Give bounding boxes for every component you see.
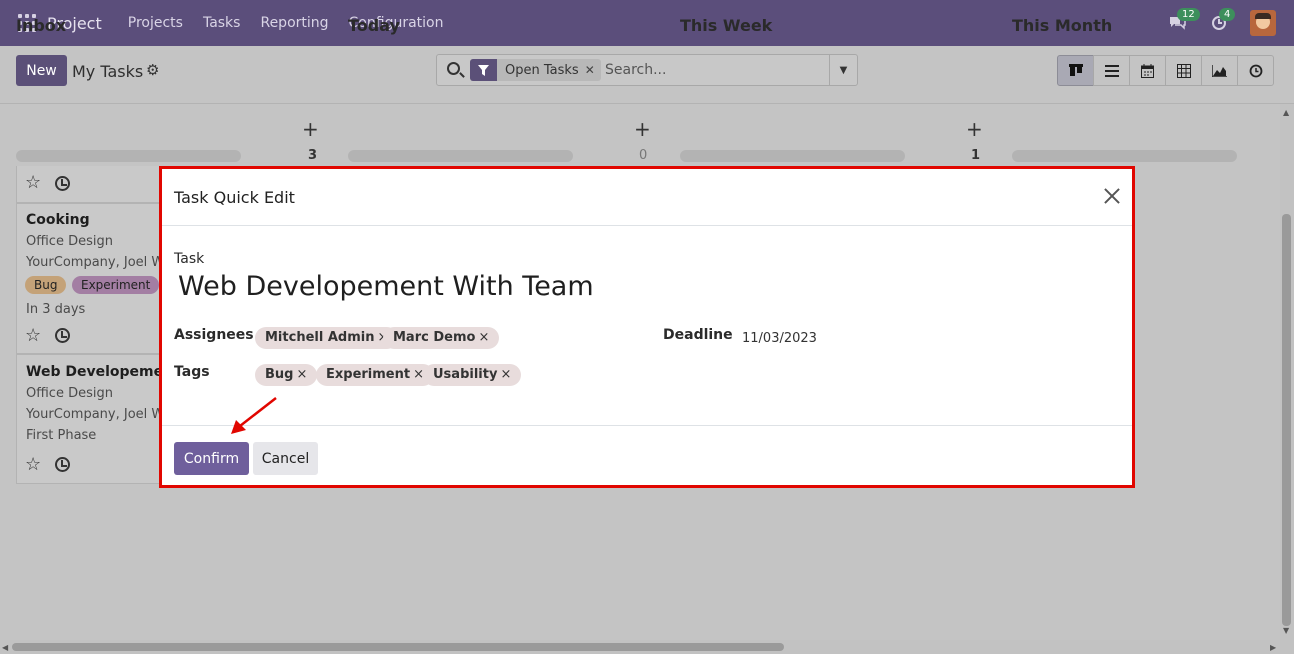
task-quick-edit-dialog: Task Quick Edit Task Web Developement Wi… (159, 166, 1135, 488)
tag-bug: Bug (25, 276, 67, 294)
calendar-view-icon[interactable] (1129, 55, 1166, 86)
tag-pill: Bug × (255, 364, 318, 386)
column-count: 3 (308, 148, 318, 163)
card-title: Web Developemen (26, 364, 174, 380)
horizontal-scrollbar[interactable]: ◀ ▶ (0, 640, 1294, 654)
messages-badge: 12 (1177, 8, 1200, 21)
tag-name: Bug (265, 367, 294, 382)
new-button[interactable]: New (16, 55, 67, 86)
column-header-today: Today (348, 16, 400, 35)
assignee-name: Marc Demo (393, 330, 476, 345)
search-options-chevron-icon[interactable]: ▼ (829, 55, 857, 85)
gear-icon[interactable]: ⚙ (146, 61, 159, 79)
star-icon[interactable]: ☆ (25, 172, 41, 193)
user-avatar[interactable] (1250, 10, 1276, 36)
messages-icon[interactable]: 12 (1166, 8, 1200, 34)
list-view-icon[interactable] (1093, 55, 1130, 86)
activities-badge: 4 (1219, 8, 1236, 21)
clock-icon[interactable] (55, 328, 70, 343)
remove-tag-icon[interactable]: × (500, 367, 511, 382)
filter-icon (470, 59, 497, 81)
pivot-view-icon[interactable] (1165, 55, 1202, 86)
column-add-icon[interactable]: + (634, 117, 651, 141)
tags-label: Tags (174, 364, 210, 380)
search-input[interactable]: Search... (605, 62, 666, 78)
dialog-title: Task Quick Edit (174, 188, 295, 207)
column-add-icon[interactable]: + (302, 117, 319, 141)
vertical-scrollbar[interactable]: ▲ ▼ (1280, 104, 1294, 642)
column-count: 1 (971, 148, 981, 163)
scroll-up-arrow-icon[interactable]: ▲ (1283, 108, 1289, 117)
deadline-input[interactable]: 11/03/2023 (742, 331, 817, 346)
card-due: In 3 days (26, 302, 86, 317)
column-count: 0 (639, 148, 648, 163)
activities-clock-icon[interactable]: 4 (1208, 8, 1236, 34)
menu-tasks[interactable]: Tasks (203, 15, 241, 31)
control-panel: New My Tasks ⚙ Open Tasks ✕ Search... ▼ (0, 46, 1294, 104)
task-name-input[interactable]: Web Developement With Team (178, 271, 594, 302)
tag-name: Experiment (326, 367, 411, 382)
assignees-label: Assignees (174, 327, 254, 343)
horizontal-scroll-thumb[interactable] (12, 643, 784, 651)
deadline-label: Deadline (663, 327, 733, 343)
star-icon[interactable]: ☆ (25, 325, 41, 346)
column-progress-bar[interactable] (680, 150, 905, 162)
remove-tag-icon[interactable]: × (296, 367, 307, 382)
graph-view-icon[interactable] (1201, 55, 1238, 86)
card-assignees: YourCompany, Joel W (26, 407, 165, 422)
page-title: My Tasks (72, 62, 144, 81)
confirm-button[interactable]: Confirm (174, 442, 249, 475)
clock-icon[interactable] (55, 457, 70, 472)
assignee-tag: Marc Demo × (383, 327, 500, 349)
facet-remove-icon[interactable]: ✕ (585, 63, 601, 77)
search-icon[interactable] (447, 62, 460, 75)
assignee-tag: Mitchell Admin× (255, 327, 399, 349)
cancel-button[interactable]: Cancel (253, 442, 318, 475)
view-switcher (1057, 55, 1274, 86)
vertical-scroll-thumb[interactable] (1282, 214, 1291, 626)
assignee-name: Mitchell Admin (265, 330, 375, 345)
column-progress-bar[interactable] (16, 150, 241, 162)
column-progress-bar[interactable] (1012, 150, 1237, 162)
column-progress-bar[interactable] (348, 150, 573, 162)
tag-pill: Usability × (423, 364, 522, 386)
task-label: Task (174, 251, 205, 267)
remove-tag-icon[interactable]: × (478, 330, 489, 345)
star-icon[interactable]: ☆ (25, 454, 41, 475)
search-bar[interactable]: Open Tasks ✕ Search... ▼ (436, 54, 858, 86)
search-facet[interactable]: Open Tasks ✕ (470, 59, 601, 81)
tag-experiment: Experiment (72, 276, 160, 294)
dialog-header: Task Quick Edit (162, 169, 1132, 226)
column-add-icon[interactable]: + (966, 117, 983, 141)
scroll-left-arrow-icon[interactable]: ◀ (2, 643, 8, 652)
column-header-this-week: This Week (680, 16, 773, 35)
activity-view-icon[interactable] (1237, 55, 1274, 86)
tag-name: Usability (433, 367, 498, 382)
clock-icon[interactable] (55, 176, 70, 191)
column-header-inbox: Inbox (16, 16, 67, 35)
scroll-right-arrow-icon[interactable]: ▶ (1270, 643, 1276, 652)
column-header-this-month: This Month (1012, 16, 1113, 35)
card-project: Office Design (26, 234, 113, 249)
kanban-view-icon[interactable] (1057, 55, 1094, 86)
menu-projects[interactable]: Projects (128, 15, 183, 31)
card-title: Cooking (26, 212, 90, 228)
tag-pill: Experiment × (316, 364, 434, 386)
close-icon[interactable] (1102, 186, 1122, 206)
facet-label: Open Tasks (505, 62, 579, 78)
dialog-footer: Confirm Cancel (162, 425, 1132, 485)
card-project: Office Design (26, 386, 113, 401)
card-assignees: YourCompany, Joel W (26, 255, 165, 270)
card-stage: First Phase (26, 428, 97, 443)
scroll-down-arrow-icon[interactable]: ▼ (1283, 626, 1289, 635)
menu-reporting[interactable]: Reporting (260, 15, 328, 31)
